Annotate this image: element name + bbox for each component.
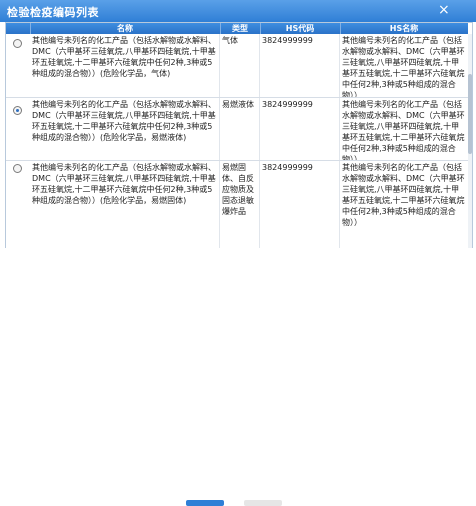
cell-name: 其他编号未列名的化工产品（包括水解物或水解料、DMC（六甲基环三硅氧烷,八甲基环…: [30, 98, 220, 160]
cell-type: 易燃液体: [220, 98, 260, 160]
dialog-title: 检验检疫编码列表: [7, 6, 99, 19]
row-select-radio[interactable]: [13, 106, 22, 115]
code-list-dialog: 检验检疫编码列表 × 名称 类型 HS代码 HS名称 其他编号未列名的化工产品（…: [0, 0, 476, 506]
dialog-footer: [0, 248, 476, 506]
dialog-titlebar: 检验检疫编码列表 ×: [0, 0, 476, 22]
scrollbar-thumb[interactable]: [468, 74, 472, 154]
table-header: 名称 类型 HS代码 HS名称: [6, 23, 468, 34]
cell-type: 气体: [220, 34, 260, 97]
table-scrollbar[interactable]: [468, 34, 472, 249]
cell-hs-name: 其他编号未列名的化工产品（包括水解物或水解料、DMC（六甲基环三硅氧烷,八甲基环…: [342, 100, 465, 160]
column-header-name: 名称: [30, 23, 221, 34]
cell-hs-code: 3824999999: [260, 98, 340, 160]
table-row[interactable]: 其他编号未列名的化工产品（包括水解物或水解料、DMC（六甲基环三硅氧烷,八甲基环…: [6, 34, 468, 98]
column-header-hs-name: HS名称: [389, 24, 419, 33]
table-row[interactable]: 其他编号未列名的化工产品（包括水解物或水解料、DMC（六甲基环三硅氧烷,八甲基环…: [6, 161, 468, 249]
cell-name: 其他编号未列名的化工产品（包括水解物或水解料、DMC（六甲基环三硅氧烷,八甲基环…: [30, 34, 220, 97]
close-icon[interactable]: ×: [438, 2, 450, 18]
confirm-button[interactable]: [186, 500, 224, 506]
cancel-button[interactable]: [244, 500, 282, 506]
table-row[interactable]: 其他编号未列名的化工产品（包括水解物或水解料、DMC（六甲基环三硅氧烷,八甲基环…: [6, 98, 468, 161]
cell-name: 其他编号未列名的化工产品（包括水解物或水解料、DMC（六甲基环三硅氧烷,八甲基环…: [30, 161, 220, 249]
cell-hs-code: 3824999999: [260, 161, 340, 249]
cell-hs-name: 其他编号未列名的化工产品（包括水解物或水解料、DMC（六甲基环三硅氧烷,八甲基环…: [342, 36, 465, 97]
cell-hs-name: 其他编号未列名的化工产品（包括水解物或水解料、DMC（六甲基环三硅氧烷,八甲基环…: [342, 163, 465, 227]
row-select-radio[interactable]: [13, 39, 22, 48]
row-select-radio[interactable]: [13, 164, 22, 173]
cell-hs-code: 3824999999: [260, 34, 340, 97]
select-column-header: [6, 23, 31, 34]
code-table: 名称 类型 HS代码 HS名称 其他编号未列名的化工产品（包括水解物或水解料、D…: [5, 22, 473, 250]
column-header-hs-code: HS代码: [260, 23, 341, 34]
cell-type: 易燃固体、自反应物质及固态退敏爆炸品: [220, 161, 260, 249]
column-header-type: 类型: [220, 23, 261, 34]
